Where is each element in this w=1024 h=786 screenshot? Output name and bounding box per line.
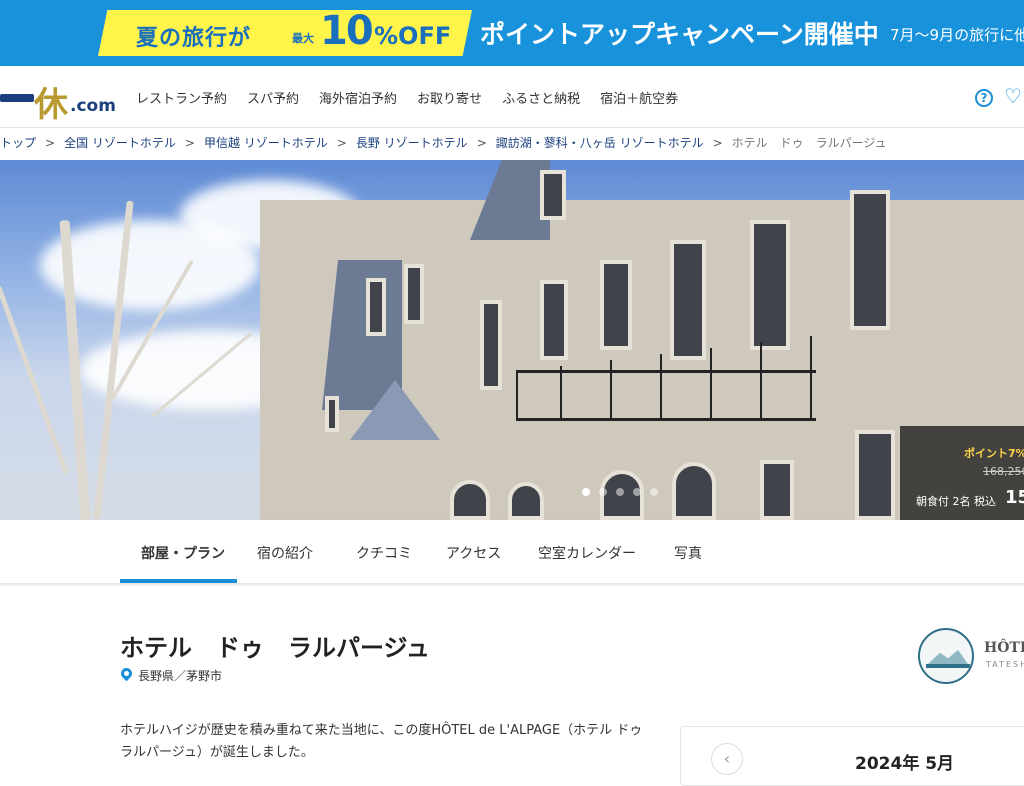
hotel-description: ホテルハイジが歴史を積み重ねて来た当地に、この度HÔTEL de L'ALPAG… [120,723,643,760]
building-window [540,280,568,360]
breadcrumb-top[interactable]: トップ [0,134,36,151]
logo-bar [0,94,34,102]
nav-gourmet[interactable]: お取り寄せ [417,88,482,107]
availability-calendar: ‹ 2024年 5月 [680,726,1024,786]
tree-branch [150,332,253,418]
building-arch-window [672,462,716,520]
banner-percent-text: 10 [320,8,374,54]
balcony-post [710,348,712,420]
building-arch-window [508,482,544,520]
breadcrumb: トップ > 全国 リゾートホテル > 甲信越 リゾートホテル > 長野 リゾート… [0,134,887,151]
nav-restaurant[interactable]: レストラン予約 [136,88,227,107]
carousel-dot[interactable] [599,488,607,496]
building-window [540,170,566,220]
campaign-banner[interactable]: 夏の旅行が 最大 10 %OFF ポイントアップキャンペーン開催中 7月〜9月の… [0,0,1024,66]
nav-hotel-air[interactable]: 宿泊＋航空券 [600,88,678,107]
carousel-dot[interactable] [650,488,658,496]
breadcrumb-nagano[interactable]: 長野 リゾートホテル [356,134,468,151]
hotel-logo-text: HÔTE [984,640,1024,656]
global-nav: レストラン予約 スパ予約 海外宿泊予約 お取り寄せ ふるさと納税 宿泊＋航空券 [136,88,678,107]
breadcrumb-separator: > [45,135,56,150]
balcony-post [660,354,662,420]
emblem-mountain [928,650,968,664]
building-window [670,240,706,360]
balcony-post [610,360,612,420]
calendar-month: 2024年 5月 [855,754,955,774]
banner-summer-text: 夏の旅行が [136,26,252,51]
building-window [480,300,502,390]
site-header: 休 .com レストラン予約 スパ予約 海外宿泊予約 お取り寄せ ふるさと納税 … [0,66,1024,128]
hotel-location: 長野県／茅野市 [138,669,223,683]
nav-furusato[interactable]: ふるさと納税 [502,88,580,107]
logo-com: .com [70,96,116,116]
balcony-post [516,370,518,420]
building-window [600,260,632,350]
heart-icon[interactable]: ♡ [1004,86,1022,106]
logo-kyu: 休 [34,85,68,125]
hero-photo-carousel[interactable]: ポイント7% 168,250 朝食付 2名 税込 15 [0,160,1024,520]
carousel-indicators [582,488,658,496]
old-price: 168,250 [983,465,1024,478]
banner-campaign-title: ポイントアップキャンペーン開催中 [480,20,879,49]
balcony-post [560,366,562,420]
building-window [760,460,794,520]
point-rate: ポイント7% [964,447,1024,460]
banner-off-text: %OFF [374,22,452,50]
tab-access[interactable]: アクセス [446,543,501,563]
breadcrumb-current: ホテル ドゥ ラルパージュ [731,136,887,150]
hotel-emblem [918,628,974,684]
nav-spa[interactable]: スパ予約 [247,88,299,107]
balcony-post [810,336,812,420]
price-overlay[interactable]: ポイント7% 168,250 朝食付 2名 税込 15 [900,426,1024,520]
emblem-lake [926,664,970,668]
nav-overseas[interactable]: 海外宿泊予約 [319,88,397,107]
hotel-logo-subtext: TATESH [986,660,1024,669]
active-tab-indicator [120,579,237,583]
carousel-dot[interactable] [633,488,641,496]
tab-photos[interactable]: 写真 [674,543,702,563]
location-pin-icon [118,665,135,682]
current-price: 15 [1005,487,1024,508]
ikyu-logo[interactable]: 休 .com [0,80,116,125]
birch-tree [0,160,320,520]
campaign-highlight: 夏の旅行が 最大 10 %OFF [98,10,472,56]
building-window [404,264,424,324]
breadcrumb-suwa[interactable]: 諏訪湖・蓼科・八ヶ岳 リゾートホテル [496,134,704,151]
breadcrumb-separator: > [712,135,723,150]
tree-trunk [93,200,134,520]
chevron-left-icon[interactable]: ‹ [711,743,743,775]
balcony-post [760,342,762,420]
building-window [750,220,790,350]
banner-max-text: 最大 [292,32,314,45]
banner-period-text: 7月〜9月の旅行に他 [890,26,1024,44]
tab-hotel-info[interactable]: 宿の紹介 [257,543,313,563]
tree-branch [0,285,70,475]
breadcrumb-separator: > [476,135,487,150]
tab-availability-calendar[interactable]: 空室カレンダー [538,543,636,563]
carousel-dot[interactable] [616,488,624,496]
breadcrumb-separator: > [336,135,347,150]
tab-rooms-plans[interactable]: 部屋・プラン [141,543,225,563]
carousel-dot-active[interactable] [582,488,590,496]
building-window [850,190,890,330]
building-window [366,278,386,336]
hotel-name: ホテル ドゥ ラルパージュ [120,634,430,662]
building-window [855,430,895,520]
hotel-tabs: 部屋・プラン 宿の紹介 クチコミ アクセス 空室カレンダー 写真 [0,520,1024,583]
breadcrumb-separator: > [184,135,195,150]
price-condition: 朝食付 2名 税込 [916,495,996,508]
building-arch-window [450,480,490,520]
tree-trunk [59,220,91,520]
help-icon[interactable]: ? [975,89,993,107]
tab-reviews[interactable]: クチコミ [356,543,412,563]
building-window [325,396,339,432]
breadcrumb-national[interactable]: 全国 リゾートホテル [64,134,176,151]
breadcrumb-koshinetsu[interactable]: 甲信越 リゾートホテル [204,134,328,151]
